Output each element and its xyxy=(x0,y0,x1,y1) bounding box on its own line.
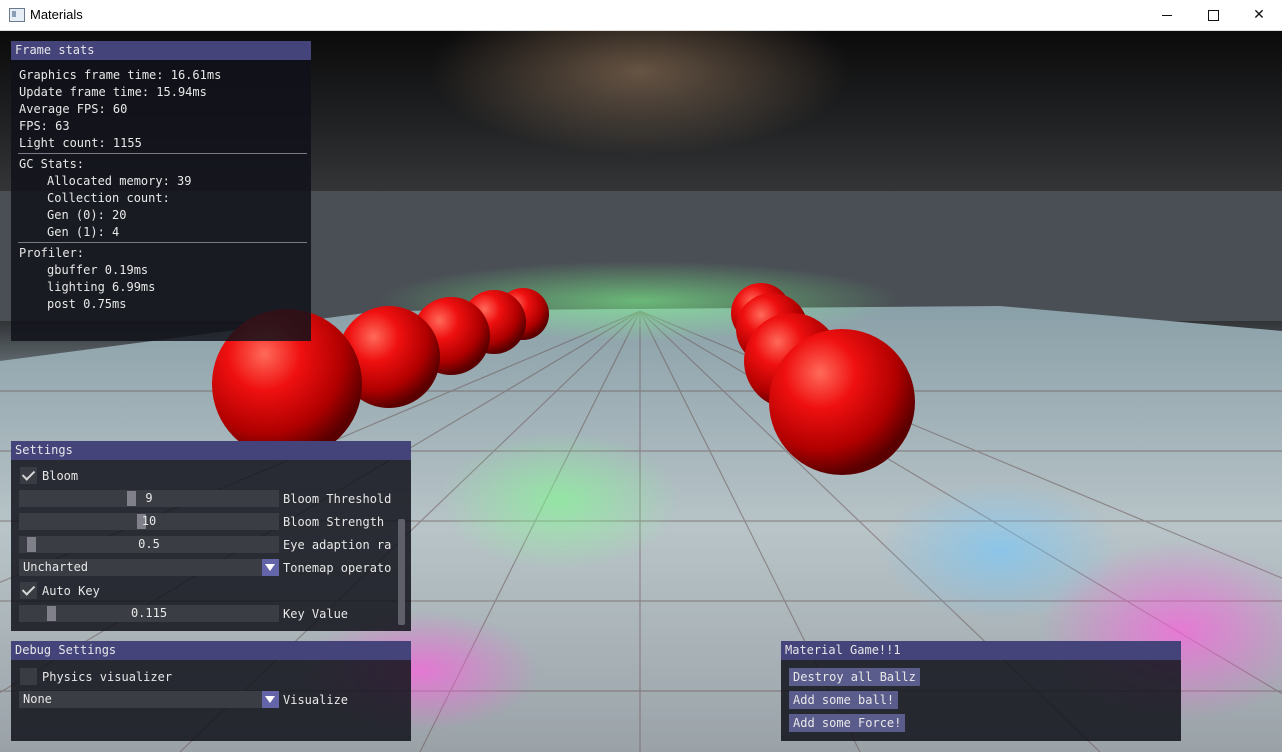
collection-count: Collection count: xyxy=(47,191,170,205)
add-ball-button[interactable]: Add some ball! xyxy=(789,691,899,709)
add-force-button[interactable]: Add some Force! xyxy=(789,714,906,732)
frame-stats-title[interactable]: Frame stats xyxy=(11,41,311,60)
app-window: Materials ✕ Frame stats Graphics frame t… xyxy=(0,0,1282,752)
maximize-button[interactable] xyxy=(1190,0,1236,30)
dropdown-arrow-icon[interactable] xyxy=(262,559,279,576)
bloom-strength-label: Bloom Strength xyxy=(283,515,385,529)
bloom-checkbox[interactable] xyxy=(20,467,37,484)
bloom-strength-slider[interactable]: 10 xyxy=(19,513,279,530)
eye-adaptation-label: Eye adaption ra xyxy=(283,538,392,552)
frame-stats-panel: Frame stats Graphics frame time: 16.61ms… xyxy=(11,41,311,341)
settings-title[interactable]: Settings xyxy=(11,441,411,460)
gen0-count: Gen (0): 20 xyxy=(47,208,127,222)
title-bar[interactable]: Materials ✕ xyxy=(0,0,1282,31)
key-value-slider[interactable]: 0.115 xyxy=(19,605,279,622)
visualize-selected: None xyxy=(23,692,52,706)
profiler-header: Profiler: xyxy=(19,246,85,260)
key-value-label: Key Value xyxy=(283,607,349,621)
divider xyxy=(18,242,307,243)
profiler-gbuffer: gbuffer 0.19ms xyxy=(47,263,149,277)
dropdown-arrow-icon[interactable] xyxy=(262,691,279,708)
profiler-post: post 0.75ms xyxy=(47,297,127,311)
graphics-frame-time: Graphics frame time: 16.61ms xyxy=(19,68,222,82)
divider xyxy=(18,153,307,154)
bloom-threshold-label: Bloom Threshold xyxy=(283,492,392,506)
minimize-button[interactable] xyxy=(1144,0,1190,30)
close-icon: ✕ xyxy=(1253,7,1265,23)
maximize-icon xyxy=(1207,9,1219,21)
bloom-strength-value: 10 xyxy=(141,514,157,528)
visualize-label: Visualize xyxy=(283,693,349,707)
eye-adaptation-slider[interactable]: 0.5 xyxy=(19,536,279,553)
bloom-threshold-value: 9 xyxy=(145,491,153,505)
physics-visualizer-checkbox[interactable] xyxy=(20,668,37,685)
close-button[interactable]: ✕ xyxy=(1236,0,1282,30)
settings-scrollbar[interactable] xyxy=(398,519,405,625)
eye-adaptation-value: 0.5 xyxy=(138,537,160,551)
visualize-dropdown[interactable]: None xyxy=(19,691,279,708)
material-game-panel: Material Game!!1 Destroy all Ballz Add s… xyxy=(781,641,1181,741)
debug-settings-title[interactable]: Debug Settings xyxy=(11,641,411,660)
window-title: Materials xyxy=(30,7,83,22)
tonemap-selected: Uncharted xyxy=(23,560,89,574)
destroy-all-balls-button[interactable]: Destroy all Ballz xyxy=(789,668,920,686)
key-value-value: 0.115 xyxy=(130,606,168,620)
app-window-icon xyxy=(9,8,25,22)
update-frame-time: Update frame time: 15.94ms xyxy=(19,85,207,99)
physics-visualizer-label: Physics visualizer xyxy=(42,670,173,684)
settings-panel: Settings Bloom 9 Bloom Threshold 10 Bloo… xyxy=(11,441,411,631)
auto-key-label: Auto Key xyxy=(42,584,100,598)
tonemap-dropdown[interactable]: Uncharted xyxy=(19,559,279,576)
auto-key-checkbox[interactable] xyxy=(20,582,37,599)
allocated-memory: Allocated memory: 39 xyxy=(47,174,192,188)
material-game-title[interactable]: Material Game!!1 xyxy=(781,641,1181,660)
minimize-icon xyxy=(1162,14,1172,16)
fps: FPS: 63 xyxy=(19,119,70,133)
bloom-threshold-slider[interactable]: 9 xyxy=(19,490,279,507)
gc-stats-header: GC Stats: xyxy=(19,157,85,171)
bloom-label: Bloom xyxy=(42,469,79,483)
light-count: Light count: 1155 xyxy=(19,136,142,150)
tonemap-label: Tonemap operator xyxy=(283,561,393,575)
debug-settings-panel: Debug Settings Physics visualizer None V… xyxy=(11,641,411,741)
profiler-lighting: lighting 6.99ms xyxy=(47,280,156,294)
gen1-count: Gen (1): 4 xyxy=(47,225,120,239)
average-fps: Average FPS: 60 xyxy=(19,102,128,116)
